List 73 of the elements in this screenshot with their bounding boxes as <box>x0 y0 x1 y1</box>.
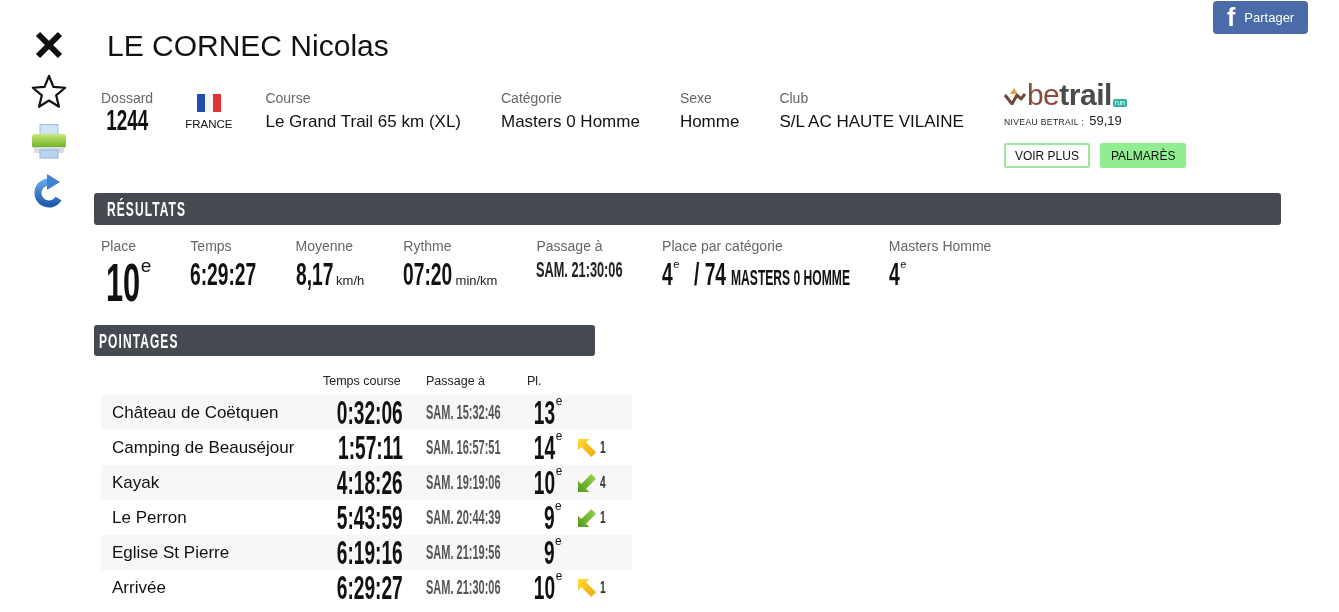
bib-number: 1244 <box>106 106 149 135</box>
stat-label: Temps <box>190 238 233 254</box>
field-label: Dossard <box>101 90 154 106</box>
stat-unit: km/h <box>336 273 365 288</box>
checkpoint-place: 13$^{e}$ <box>533 396 562 429</box>
column-header: Passage à <box>426 374 486 388</box>
stat-label: Rythme <box>403 238 453 254</box>
checkpoint-name: Camping de Beauséjour <box>112 437 295 457</box>
section-title: POINTAGES <box>99 330 179 351</box>
field-label: Club <box>779 90 810 106</box>
race-time: 0:32:06 <box>337 396 403 429</box>
passage-time: SAM. 16:57:51 <box>426 437 501 457</box>
stat-value: 8,17 <box>295 259 333 290</box>
stat-value: 4$^{e}$ <box>888 259 907 290</box>
stat-label: Moyenne <box>295 238 355 254</box>
palmares-button[interactable]: PALMARÈS <box>1099 143 1187 168</box>
passage-time: SAM. 15:32:46 <box>426 402 501 422</box>
star-icon[interactable] <box>30 74 68 109</box>
race-time: 6:19:16 <box>337 536 403 569</box>
f-icon: f <box>1227 5 1236 30</box>
rank-change: 1 <box>600 579 606 596</box>
rank-change: 4 <box>600 474 606 491</box>
race-time: 5:43:59 <box>337 501 403 534</box>
logo-text: betrail <box>1026 80 1112 110</box>
checkpoint-name: Eglise St Pierre <box>112 542 230 562</box>
close-icon[interactable] <box>34 30 64 60</box>
stat-value: SAM. 21:30:06 <box>536 259 623 281</box>
passage-time: SAM. 20:44:39 <box>426 507 501 527</box>
flag-icon <box>196 94 221 112</box>
rank-change: 1 <box>600 509 606 526</box>
checkpoint-place: 9$^{e}$ <box>544 501 562 534</box>
stat-label: Place par catégorie <box>662 238 784 254</box>
rating-value: 59,19 <box>1089 113 1122 128</box>
category-total: / 74 <box>693 259 726 290</box>
race-time: 1:57:11 <box>338 431 403 464</box>
more-button[interactable]: VOIR PLUS <box>1003 143 1090 168</box>
field-value: Masters 0 Homme <box>501 112 640 132</box>
stat-unit: min/km <box>455 273 498 288</box>
stat-value: 10$^{e}$ <box>106 256 152 309</box>
checkpoint-name: Château de Coëtquen <box>112 402 279 422</box>
passage-time: SAM. 19:19:06 <box>426 472 501 492</box>
field-value: Le Grand Trail 65 km (XL) <box>265 112 461 132</box>
checkpoint-place: 10$^{e}$ <box>533 466 562 499</box>
rating-label: NIVEAU BETRAIL : <box>1003 116 1085 129</box>
stat-value: 6:29:27 <box>190 259 257 290</box>
checkpoint-place: 9$^{e}$ <box>544 536 562 569</box>
field-label: Course <box>265 90 312 106</box>
share-button[interactable]: f Partager <box>1213 1 1308 34</box>
category-name: MASTERS 0 HOMME <box>730 267 850 289</box>
checkpoint-name: Le Perron <box>112 507 187 527</box>
column-header: Temps course <box>323 374 401 388</box>
passage-time: SAM. 21:19:56 <box>426 542 501 562</box>
country-name: FRANCE <box>185 118 233 131</box>
field-label: Catégorie <box>501 90 563 106</box>
checkpoint-place: 14$^{e}$ <box>533 431 562 464</box>
stat-label: Masters Homme <box>888 238 992 254</box>
athlete-name: LE CORNEC Nicolas <box>107 29 389 63</box>
stat-label: Place <box>101 238 138 254</box>
stat-label: Passage à <box>536 238 604 254</box>
passage-time: SAM. 21:30:06 <box>426 577 501 597</box>
field-value: S/L AC HAUTE VILAINE <box>779 112 964 132</box>
field-label: Sexe <box>679 90 713 106</box>
stat-value: 07:20 <box>403 259 453 290</box>
field-value: Homme <box>679 112 740 132</box>
section-title: RÉSULTATS <box>107 199 187 219</box>
rank-change: 1 <box>600 439 606 456</box>
category-rank: 4$^{e}$ <box>662 259 680 290</box>
column-header: Pl. <box>527 374 542 388</box>
checkpoint-name: Kayak <box>112 472 160 492</box>
race-time: 4:18:26 <box>337 466 403 499</box>
checkpoint-name: Arrivée <box>112 577 166 597</box>
race-time: 6:29:27 <box>337 571 403 604</box>
checkpoint-place: 10$^{e}$ <box>533 571 562 604</box>
